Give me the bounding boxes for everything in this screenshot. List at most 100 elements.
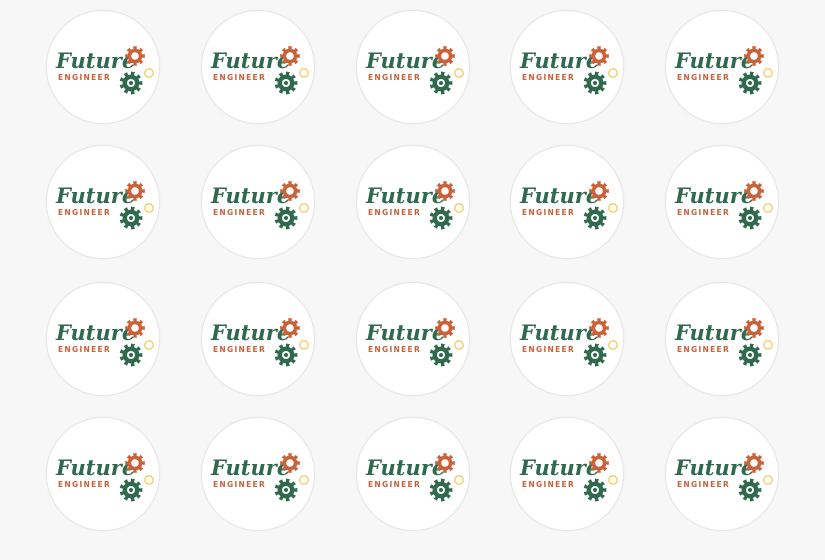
sticker: Future ENGINEER [510, 282, 624, 396]
logo-subtitle: ENGINEER [213, 73, 266, 82]
logo-subtitle: ENGINEER [522, 208, 575, 217]
logo-subtitle: ENGINEER [58, 73, 111, 82]
logo-title: Future [210, 320, 290, 345]
yellow-gear-icon [608, 474, 619, 485]
logo-subtitle: ENGINEER [522, 480, 575, 489]
sticker: Future ENGINEER [46, 10, 160, 124]
logo-subtitle: ENGINEER [58, 345, 111, 354]
orange-gear-icon [435, 181, 455, 201]
logo-title: Future [365, 455, 445, 480]
orange-gear-icon [435, 46, 455, 66]
green-gear-icon [274, 478, 298, 502]
future-engineer-logo: FutureENGINEER [55, 453, 155, 502]
logo-subtitle: ENGINEER [368, 208, 421, 217]
yellow-gear-icon [454, 202, 465, 213]
future-engineer-logo: FutureENGINEER [55, 318, 155, 367]
sticker: Future ENGINEER [356, 145, 470, 259]
logo-title: Future [674, 320, 754, 345]
orange-gear-icon [280, 318, 300, 338]
logo-title: Future [55, 455, 135, 480]
logo-title: Future [674, 183, 754, 208]
logo-title: Future [210, 48, 290, 73]
future-engineer-logo: FutureENGINEER [365, 46, 465, 95]
green-gear-icon [119, 71, 143, 95]
green-gear-icon [583, 478, 607, 502]
future-engineer-logo: FutureENGINEER [210, 181, 310, 230]
logo-subtitle: ENGINEER [368, 345, 421, 354]
yellow-gear-icon [608, 67, 619, 78]
sticker: Future ENGINEER [46, 417, 160, 531]
logo-subtitle: ENGINEER [58, 480, 111, 489]
green-gear-icon [738, 71, 762, 95]
yellow-gear-icon [763, 67, 774, 78]
logo-title: Future [365, 183, 445, 208]
sticker: Future ENGINEER [510, 10, 624, 124]
yellow-gear-icon [763, 202, 774, 213]
future-engineer-logo: FutureENGINEER [519, 181, 619, 230]
yellow-gear-icon [763, 339, 774, 350]
green-gear-icon [119, 478, 143, 502]
sticker: Future ENGINEER [665, 417, 779, 531]
yellow-gear-icon [763, 474, 774, 485]
logo-title: Future [365, 320, 445, 345]
orange-gear-icon [744, 318, 764, 338]
yellow-gear-icon [144, 202, 155, 213]
yellow-gear-icon [144, 67, 155, 78]
logo-title: Future [210, 455, 290, 480]
green-gear-icon [738, 343, 762, 367]
yellow-gear-icon [299, 339, 310, 350]
future-engineer-logo: FutureENGINEER [519, 453, 619, 502]
green-gear-icon [429, 71, 453, 95]
orange-gear-icon [125, 318, 145, 338]
future-engineer-logo: FutureENGINEER [210, 46, 310, 95]
orange-gear-icon [280, 46, 300, 66]
future-engineer-logo: FutureENGINEER [674, 181, 774, 230]
logo-title: Future [210, 183, 290, 208]
future-engineer-logo: FutureENGINEER [55, 46, 155, 95]
logo-title: Future [519, 48, 599, 73]
yellow-gear-icon [144, 339, 155, 350]
future-engineer-logo: FutureENGINEER [365, 453, 465, 502]
green-gear-icon [429, 343, 453, 367]
sticker: Future ENGINEER [510, 417, 624, 531]
sticker-sheet: Future ENGINEER Future ENGINEER Future ENGINE… [0, 0, 825, 560]
green-gear-icon [429, 478, 453, 502]
sticker: Future ENGINEER [201, 145, 315, 259]
sticker: Future ENGINEER [46, 145, 160, 259]
green-gear-icon [274, 71, 298, 95]
orange-gear-icon [125, 453, 145, 473]
orange-gear-icon [435, 453, 455, 473]
orange-gear-icon [589, 453, 609, 473]
green-gear-icon [738, 206, 762, 230]
sticker: Future ENGINEER [201, 417, 315, 531]
logo-subtitle: ENGINEER [368, 480, 421, 489]
orange-gear-icon [744, 181, 764, 201]
logo-subtitle: ENGINEER [522, 73, 575, 82]
logo-subtitle: ENGINEER [677, 345, 730, 354]
sticker: Future ENGINEER [46, 282, 160, 396]
sticker: Future ENGINEER [665, 10, 779, 124]
orange-gear-icon [589, 181, 609, 201]
sticker: Future ENGINEER [665, 282, 779, 396]
green-gear-icon [429, 206, 453, 230]
sticker: Future ENGINEER [201, 10, 315, 124]
logo-subtitle: ENGINEER [677, 73, 730, 82]
orange-gear-icon [280, 181, 300, 201]
yellow-gear-icon [454, 67, 465, 78]
logo-subtitle: ENGINEER [677, 480, 730, 489]
yellow-gear-icon [454, 474, 465, 485]
logo-title: Future [55, 183, 135, 208]
sticker: Future ENGINEER [201, 282, 315, 396]
orange-gear-icon [280, 453, 300, 473]
sticker: Future ENGINEER [665, 145, 779, 259]
green-gear-icon [738, 478, 762, 502]
green-gear-icon [119, 343, 143, 367]
future-engineer-logo: FutureENGINEER [365, 181, 465, 230]
future-engineer-logo: FutureENGINEER [55, 181, 155, 230]
logo-title: Future [55, 320, 135, 345]
logo-title: Future [365, 48, 445, 73]
sticker: Future ENGINEER [356, 10, 470, 124]
orange-gear-icon [589, 46, 609, 66]
orange-gear-icon [589, 318, 609, 338]
logo-title: Future [55, 48, 135, 73]
